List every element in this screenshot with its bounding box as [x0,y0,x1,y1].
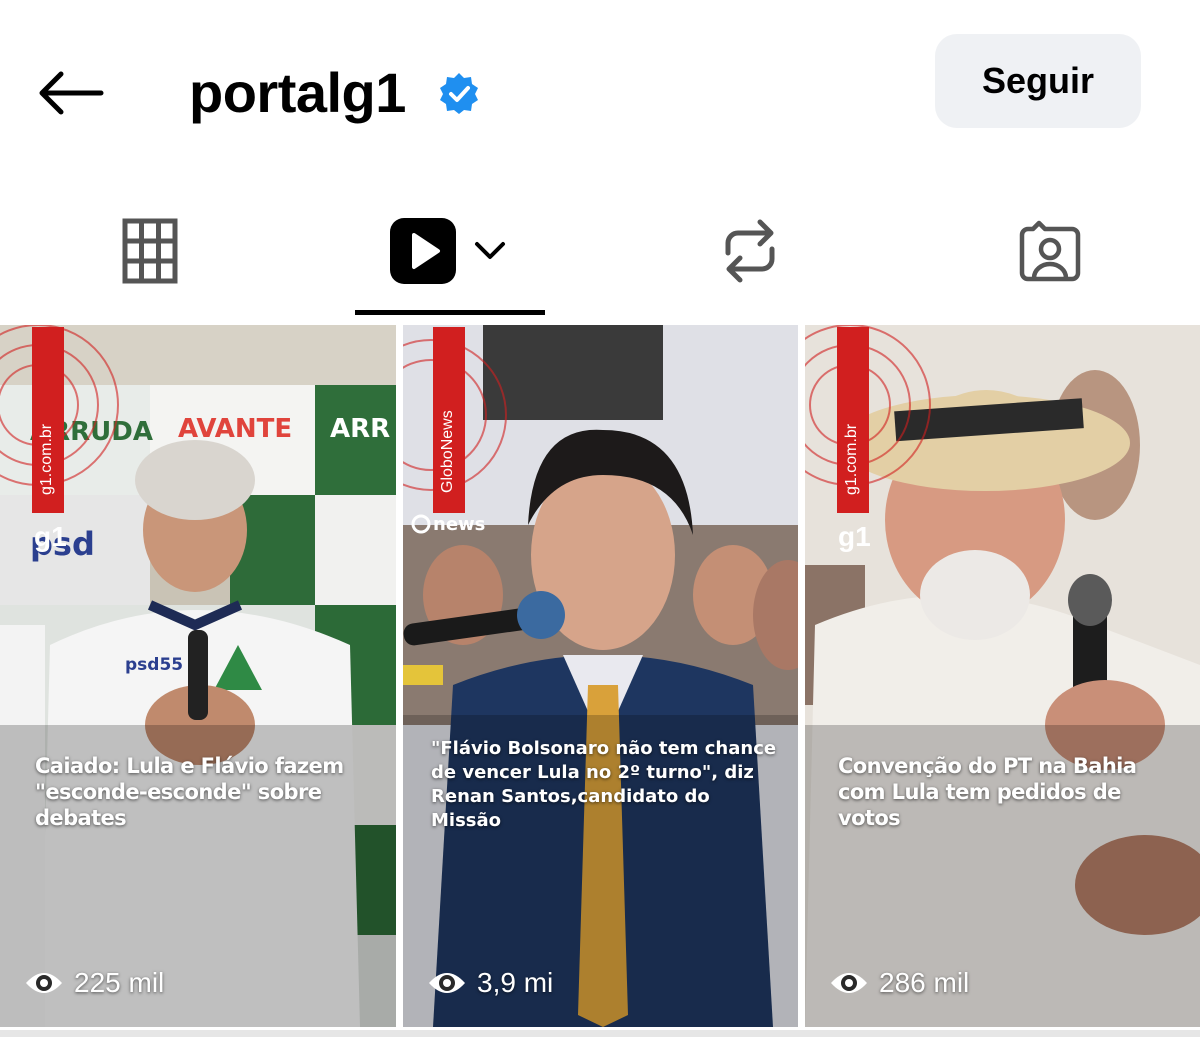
tab-tagged[interactable] [975,185,1125,316]
view-count: 3,9 mi [427,967,553,999]
svg-text:news: news [433,514,485,535]
reel-tile[interactable]: news GloboNews "Flávio Bolsonaro não tem… [403,325,798,1027]
arrow-left-icon [39,71,104,115]
source-site-label: GloboNews [439,410,456,493]
view-count: 286 mil [829,967,969,999]
repost-icon [725,219,775,282]
g1-logo: g1 [34,521,67,552]
chevron-down-icon[interactable] [470,236,510,266]
next-row-peek [0,1030,1200,1037]
active-tab-indicator [355,310,545,315]
tagged-person-icon [1019,220,1081,281]
view-count-value: 286 mil [879,967,970,998]
reel-caption: "Flávio Bolsonaro não tem chance de venc… [431,738,777,831]
eye-icon [831,973,867,993]
verified-badge-icon [440,73,478,114]
back-button[interactable] [30,58,110,128]
profile-header: portalg1 Seguir [0,0,1200,180]
profile-username: portalg1 [189,61,406,124]
reel-tile[interactable]: g1.com.br g1 Convenção do PT na Bahia co… [805,325,1200,1027]
news-sidebar: g1.com.br [837,327,869,513]
reel-caption: Caiado: Lula e Flávio fazem "esconde-esc… [35,754,344,830]
svg-text:psd55: psd55 [125,655,183,675]
reels-play-icon [390,217,456,284]
news-sidebar: g1.com.br [32,327,64,513]
svg-text:AVANTE: AVANTE [178,414,292,444]
eye-icon [429,973,465,993]
eye-icon [26,973,62,993]
view-count-value: 3,9 mi [477,967,554,998]
profile-tabs [0,185,1200,316]
view-count-value: 225 mil [74,967,165,998]
tab-reposts[interactable] [675,185,825,316]
source-site-label: g1.com.br [843,423,860,495]
view-count: 225 mil [24,967,164,999]
reel-caption: Convenção do PT na Bahia com Lula tem pe… [838,754,1137,830]
follow-button[interactable]: Seguir [935,34,1141,128]
reels-grid: ARRUDA AVANTE ARR psd psd55 g1.com.br g1… [0,319,1200,1037]
grid-icon [122,218,178,283]
source-site-label: g1.com.br [38,423,55,495]
svg-text:ARR: ARR [330,414,390,444]
news-sidebar: GloboNews [433,327,465,513]
g1-logo: g1 [838,521,871,552]
tab-reels[interactable] [355,185,545,316]
reel-tile[interactable]: ARRUDA AVANTE ARR psd psd55 g1.com.br g1… [0,325,396,1027]
tab-posts-grid[interactable] [75,185,225,316]
